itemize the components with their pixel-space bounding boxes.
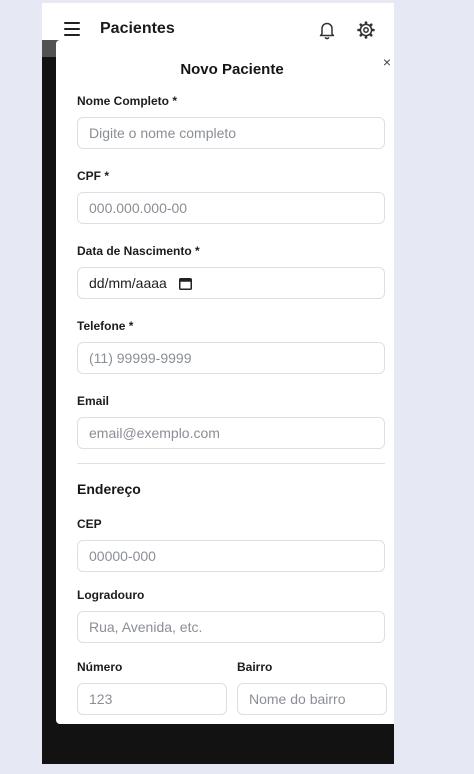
numero-label: Número	[77, 660, 123, 674]
calendar-icon[interactable]	[178, 277, 192, 290]
app-frame: Pacientes Novo Paciente × Nome Completo …	[42, 3, 394, 764]
email-label: Email	[77, 394, 110, 408]
logradouro-input[interactable]	[77, 611, 385, 643]
logradouro-label: Logradouro	[77, 588, 145, 602]
bell-icon[interactable]	[318, 20, 336, 40]
menu-icon[interactable]	[64, 22, 82, 36]
telefone-label: Telefone *	[77, 319, 134, 333]
cpf-input[interactable]	[77, 192, 385, 224]
close-icon[interactable]: ×	[380, 54, 394, 70]
section-divider	[77, 463, 385, 464]
bairro-label: Bairro	[237, 660, 273, 674]
email-input[interactable]	[77, 417, 385, 449]
cep-label: CEP	[77, 517, 102, 531]
nascimento-label: Data de Nascimento *	[77, 244, 200, 258]
telefone-input[interactable]	[77, 342, 385, 374]
dialog-title: Novo Paciente	[180, 61, 284, 78]
cep-input[interactable]	[77, 540, 385, 572]
gear-icon[interactable]	[356, 20, 376, 40]
page-title: Pacientes	[100, 20, 175, 37]
nome-label: Nome Completo *	[77, 94, 178, 108]
birthdate-value: dd/mm/aaaa	[89, 275, 167, 291]
numero-input[interactable]	[77, 683, 227, 715]
nome-input[interactable]	[77, 117, 385, 149]
new-patient-dialog: Novo Paciente × Nome Completo * CPF * Da…	[56, 40, 394, 724]
cpf-label: CPF *	[77, 169, 110, 183]
address-section-title: Endereço	[77, 481, 141, 497]
bairro-input[interactable]	[237, 683, 387, 715]
birthdate-input[interactable]: dd/mm/aaaa	[77, 267, 385, 299]
